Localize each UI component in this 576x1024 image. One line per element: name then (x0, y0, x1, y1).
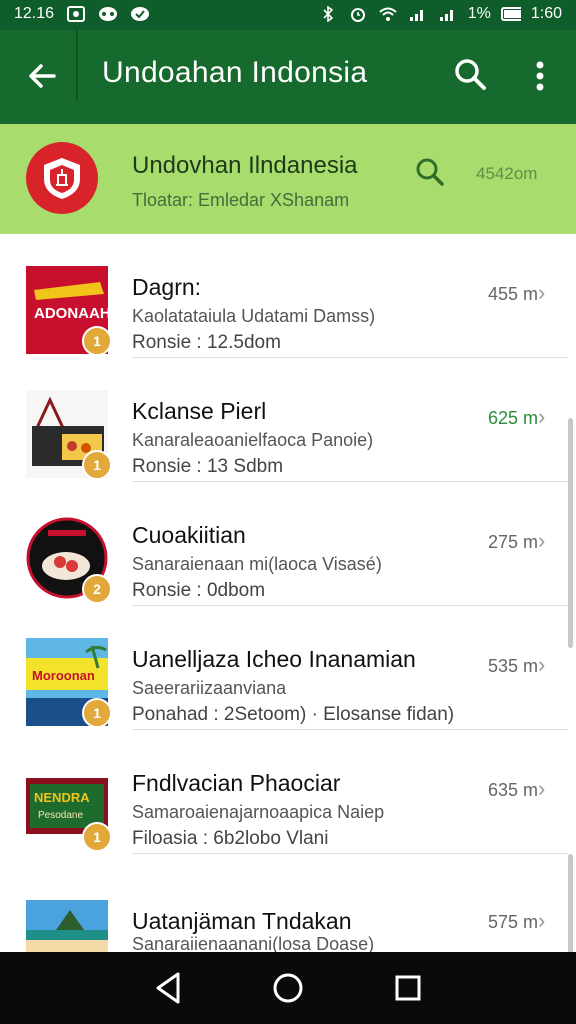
search-icon (416, 158, 444, 186)
results-list: ADONAAH 1 Dagrn: Kaolatataiula Udatami D… (0, 234, 576, 952)
item-badge: 2 (82, 574, 112, 604)
item-badge: 1 (82, 450, 112, 480)
svg-text:Moroonan: Moroonan (32, 668, 95, 683)
item-name: Dagrn: (132, 274, 202, 300)
list-item[interactable]: 2 Cuoakiitian Sanaraienaan mi(laoca Visa… (0, 482, 568, 606)
list-item[interactable]: Moroonan 1 Uanelljaza Icheo Inanamian Sa… (0, 606, 568, 730)
chevron-right-icon: › (538, 404, 546, 429)
system-nav-bar (0, 952, 576, 1024)
chevron-right-icon: › (538, 652, 546, 677)
shield-logo-icon (44, 158, 80, 199)
status-time: 12.16 (14, 5, 55, 22)
item-description: Saeerariizaanviana (132, 678, 287, 698)
nav-recents-button[interactable] (388, 968, 428, 1008)
place-distance: 4542om (476, 164, 538, 183)
nav-home-button[interactable] (268, 968, 308, 1008)
list-item[interactable]: NENDRA Pesodane 1 Fndlvacian Phaociar Sam… (0, 730, 568, 854)
scrollbar[interactable] (568, 418, 573, 648)
bluetooth-icon (318, 5, 338, 23)
circle-home-icon (273, 973, 303, 1003)
item-badge: 1 (82, 822, 112, 852)
item-description: Sanaraienaan mi(laoca Visasé) (132, 554, 382, 574)
list-item[interactable]: Uatanjäman Tndakan Sanaraiienaanani(losa… (0, 854, 568, 952)
status-left: 12.16 (14, 5, 150, 23)
nav-back-button[interactable] (148, 968, 188, 1008)
scrollbar-track[interactable] (568, 854, 573, 952)
list-item[interactable]: ADONAAH 1 Dagrn: Kaolatataiula Udatami D… (0, 234, 568, 358)
item-badge: 1 (82, 698, 112, 728)
item-description: Kanaraleaoanielfaoca Panoie) (132, 430, 374, 450)
item-distance: 535 m (488, 656, 539, 676)
item-description: Kaolatataiula Udatami Damss) (132, 306, 376, 326)
status-bar: 12.16 1% 1:60 (0, 0, 576, 30)
item-thumbnail (26, 900, 108, 952)
item-detail: Ronsie : 0dbom (132, 580, 266, 601)
item-name: Kclanse Pierl (132, 398, 267, 424)
status-clock-right: 1:60 (530, 5, 562, 22)
item-distance: 575 m (488, 912, 539, 932)
appbar-divider (76, 30, 78, 102)
arrow-left-icon (29, 64, 56, 88)
list-item[interactable]: 1 Kclanse Pierl Kanaraleaoanielfaoca Pan… (0, 358, 568, 482)
svg-text:ADONAAH: ADONAAH (34, 305, 108, 322)
chevron-right-icon: › (538, 528, 546, 553)
chat-icon (130, 5, 150, 23)
item-name: Uatanjäman Tndakan (132, 908, 352, 934)
back-button[interactable] (22, 56, 62, 96)
item-badge: 1 (82, 326, 112, 356)
item-detail: Ponahad : 2Setoom) · Elosanse fidan) (132, 704, 455, 725)
item-description: Samaroaienajarnoaapica Naiep (132, 802, 385, 822)
wifi-icon (378, 5, 398, 23)
chevron-right-icon: › (538, 908, 546, 933)
page-title: Undoahan Indonsia (102, 56, 368, 89)
item-distance: 625 m (488, 408, 539, 428)
search-icon (455, 59, 486, 90)
item-detail: Ronsie : 13 Sdbm (132, 456, 284, 477)
item-detail: Filoasia : 6b2lobo Vlani (132, 828, 329, 849)
more-vert-icon (536, 61, 544, 91)
item-detail: Ronsie : 12.5dom (132, 332, 281, 353)
triangle-back-icon (156, 972, 180, 1004)
signal-icon (408, 5, 428, 23)
item-description: Sanaraiienaanani(losa Doase) (132, 934, 375, 952)
place-subtitle: Tloatar: Emledar XShanam (132, 190, 350, 210)
app-bar: Undoahan Indonsia (0, 30, 576, 124)
place-name: Undovhan Ilndanesia (132, 152, 358, 179)
more-options-button[interactable] (522, 56, 558, 96)
battery-icon (500, 5, 521, 23)
place-header[interactable]: Undovhan Ilndanesia Tloatar: Emledar XSh… (0, 124, 576, 234)
status-right: 1% 1:60 (318, 5, 562, 23)
search-button[interactable] (452, 56, 492, 96)
signal-2-icon (438, 5, 458, 23)
item-distance: 635 m (488, 780, 539, 800)
item-distance: 455 m (488, 284, 539, 304)
place-logo (26, 142, 98, 214)
svg-text:Pesodane: Pesodane (38, 810, 83, 821)
alarm-icon (348, 5, 368, 23)
chevron-right-icon: › (538, 280, 546, 305)
battery-percent: 1% (467, 5, 491, 22)
item-name: Cuoakiitian (132, 522, 246, 548)
item-distance: 275 m (488, 532, 539, 552)
item-name: Uanelljaza Icheo Inanamian (132, 646, 416, 672)
svg-text:NENDRA: NENDRA (34, 790, 90, 805)
whatsapp-icon (98, 5, 118, 23)
chevron-right-icon: › (538, 776, 546, 801)
photo-icon (66, 5, 86, 23)
item-name: Fndlvacian Phaociar (132, 770, 341, 796)
square-recents-icon (395, 975, 421, 1001)
header-search-button[interactable] (414, 156, 448, 190)
